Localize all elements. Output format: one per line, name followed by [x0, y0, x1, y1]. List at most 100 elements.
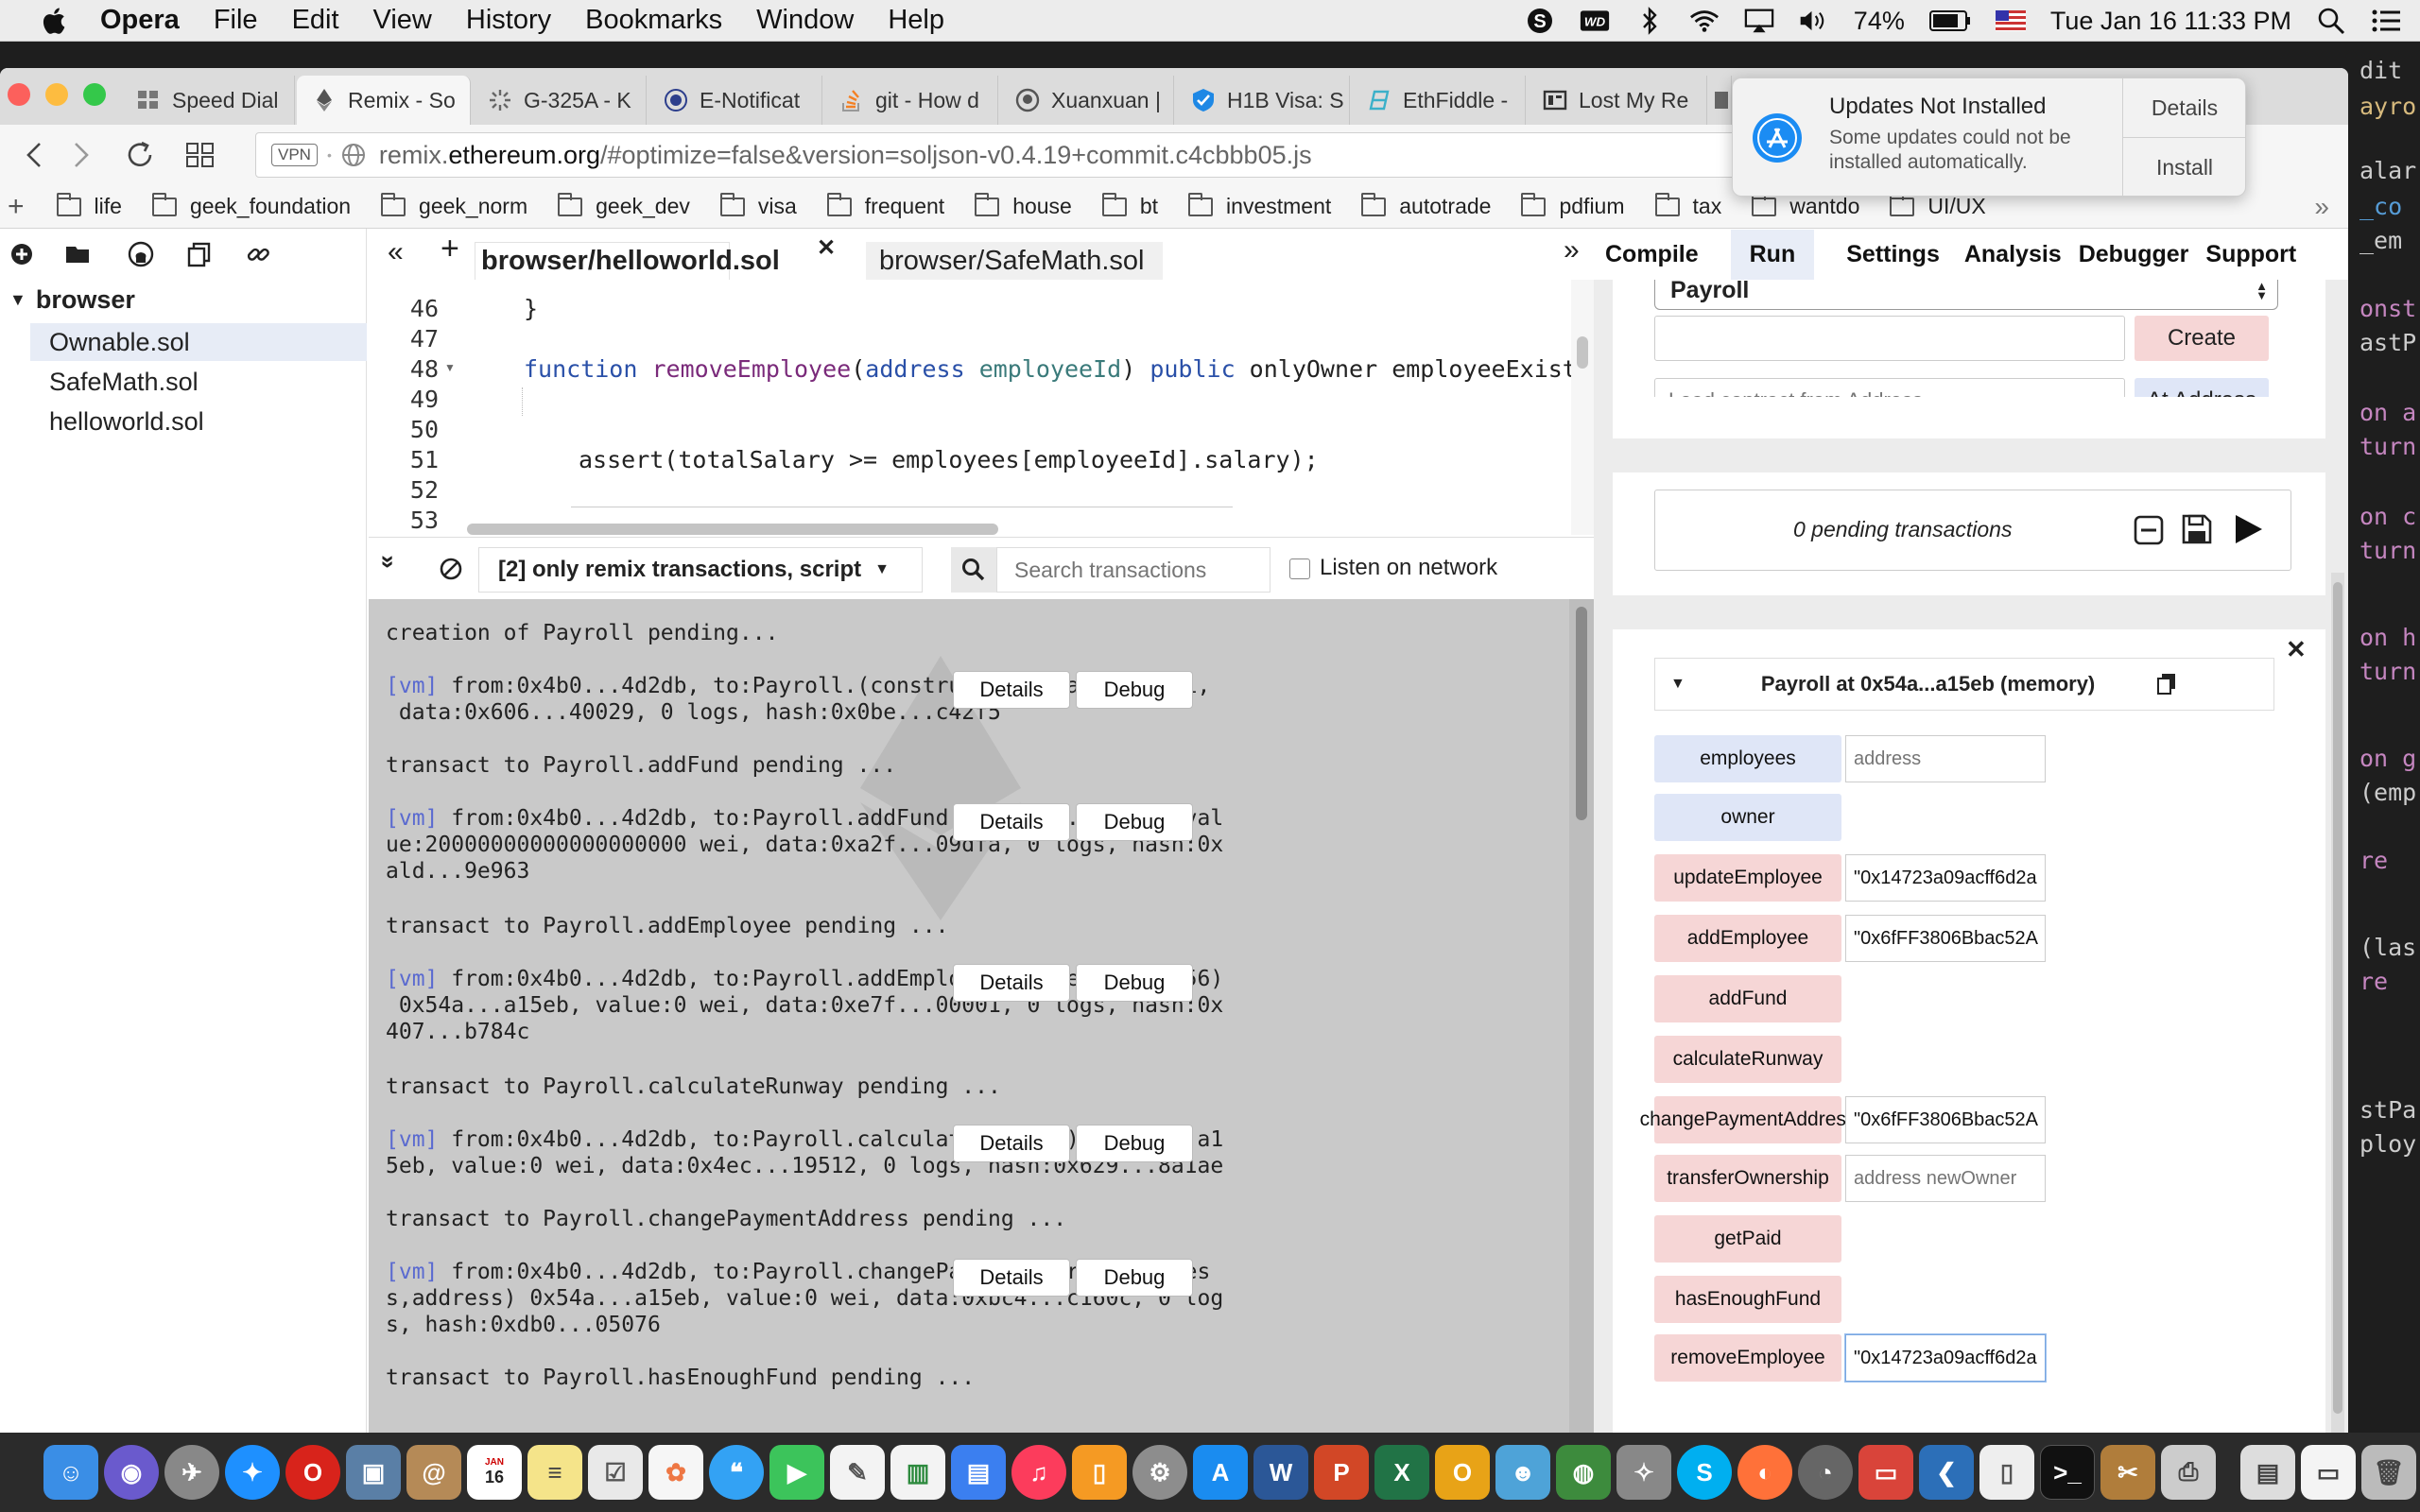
file-item-helloworld[interactable]: helloworld.sol	[49, 403, 204, 440]
close-window-button[interactable]	[8, 83, 30, 106]
contacts-icon[interactable]: @	[406, 1445, 461, 1500]
tab-settings[interactable]: Settings	[1846, 241, 1940, 268]
vpn-badge[interactable]: VPN	[271, 144, 318, 166]
bookmark-folder-wantdo[interactable]: wantdo	[1752, 192, 1859, 219]
numbers-icon[interactable]: ▥	[890, 1445, 945, 1500]
tab-overview-icon[interactable]	[185, 142, 216, 168]
tab-support[interactable]: Support	[2205, 241, 2296, 268]
wd-drive-icon[interactable]: WD	[1580, 7, 1610, 35]
bookmark-folder-visa[interactable]: visa	[719, 192, 797, 219]
open-folder-icon[interactable]	[64, 240, 93, 268]
editor-tab-safemath[interactable]: browser/SafeMath.sol	[866, 242, 1163, 280]
notification-install-button[interactable]: Install	[2122, 138, 2245, 196]
close-tab-icon[interactable]: ✕	[817, 234, 836, 262]
bookmark-folder-geek-dev[interactable]: geek_dev	[558, 192, 690, 219]
textedit-icon[interactable]: ✎	[830, 1445, 885, 1500]
copy-files-icon[interactable]	[185, 240, 214, 268]
play-icon[interactable]	[2232, 513, 2264, 545]
tab-git-how[interactable]: git - How d	[824, 76, 998, 125]
network-icon[interactable]: ◍	[1556, 1445, 1611, 1500]
notification-center-icon[interactable]	[2371, 7, 2401, 35]
menu-edit[interactable]: Edit	[292, 5, 339, 36]
bookmark-folder-autotrade[interactable]: autotrade	[1361, 192, 1491, 219]
excel-icon[interactable]: X	[1374, 1445, 1429, 1500]
opera-icon[interactable]: O	[285, 1445, 340, 1500]
function-button-transferownership[interactable]: transferOwnership	[1654, 1155, 1841, 1202]
terminal-icon[interactable]: >_	[2040, 1445, 2095, 1500]
finder-icon[interactable]: ☺	[43, 1445, 98, 1500]
function-button-owner[interactable]: owner	[1654, 794, 1841, 841]
minimize-terminal-icon[interactable]: »	[374, 555, 404, 568]
collapse-icon[interactable]	[2134, 515, 2164, 545]
contract-select[interactable]: Payroll ▲ ▼	[1654, 280, 2278, 310]
calendar-icon[interactable]: JAN 16	[467, 1445, 522, 1500]
menu-history[interactable]: History	[466, 5, 551, 36]
tab-analysis[interactable]: Analysis	[1964, 241, 2062, 268]
github-icon[interactable]	[127, 240, 155, 268]
addemployee-args-input[interactable]: "0x6fFF3806Bbac52A	[1845, 915, 2046, 962]
updateemployee-args-input[interactable]: "0x14723a09acff6d2a	[1845, 854, 2046, 902]
file-item-safemath[interactable]: SafeMath.sol	[49, 363, 199, 401]
bookmarks-overflow-icon[interactable]: »	[2314, 192, 2329, 222]
tab-run[interactable]: Run	[1730, 229, 1815, 280]
collapse-right-icon[interactable]: »	[1564, 234, 1580, 266]
function-button-hasenoughfund[interactable]: hasEnoughFund	[1654, 1276, 1841, 1323]
constructor-args-input[interactable]	[1654, 316, 2125, 361]
safari-icon[interactable]: ✦	[225, 1445, 280, 1500]
itunes-icon[interactable]: ♫	[1011, 1445, 1066, 1500]
tab-overflow[interactable]	[1709, 76, 1732, 125]
tab-debugger[interactable]: Debugger	[2079, 241, 2189, 268]
people-icon[interactable]: ☻	[1495, 1445, 1550, 1500]
menu-bookmarks[interactable]: Bookmarks	[585, 5, 722, 36]
us-flag-icon[interactable]	[1995, 7, 2026, 35]
copy-address-icon[interactable]	[2155, 672, 2178, 696]
keynote-icon[interactable]: ▤	[951, 1445, 1006, 1500]
bookmark-folder-pdfium[interactable]: pdfium	[1521, 192, 1625, 219]
details-button[interactable]: Details	[953, 803, 1070, 841]
file-item-ownable[interactable]: Ownable.sol	[30, 323, 367, 361]
apple-icon[interactable]	[38, 4, 72, 38]
debug-button[interactable]: Debug	[1076, 803, 1193, 841]
details-button[interactable]: Details	[953, 1125, 1070, 1162]
address-bar[interactable]: VPN • remix. ethereum.org/#optimize=false…	[255, 132, 1749, 178]
function-button-removeemployee[interactable]: removeEmployee	[1654, 1334, 1841, 1382]
menu-help[interactable]: Help	[888, 5, 944, 36]
browser-folder[interactable]: ▼ browser	[9, 285, 135, 315]
details-button[interactable]: Details	[953, 964, 1070, 1002]
save-icon[interactable]	[2181, 513, 2213, 545]
bluetooth-icon[interactable]	[1634, 7, 1665, 35]
launchpad-icon[interactable]: ✈	[164, 1445, 219, 1500]
menu-app-name[interactable]: Opera	[100, 5, 180, 36]
function-button-employees[interactable]: employees	[1654, 735, 1841, 782]
airplay-icon[interactable]	[1744, 7, 1774, 35]
function-button-changepaymentaddress[interactable]: changePaymentAddress	[1640, 1096, 1856, 1143]
skype-status-icon[interactable]: S	[1525, 7, 1555, 35]
details-button[interactable]: Details	[953, 1259, 1070, 1297]
editor-tab-helloworld[interactable]: browser/helloworld.sol	[475, 242, 780, 280]
photos-icon[interactable]: ✿	[648, 1445, 703, 1500]
bookmark-folder-geek-foundation[interactable]: geek_foundation	[151, 192, 351, 219]
debug-button[interactable]: Debug	[1076, 1125, 1193, 1162]
search-transactions-input[interactable]	[996, 547, 1270, 593]
downloads-stack-icon[interactable]: ▤	[2240, 1445, 2295, 1500]
employees-address-input[interactable]	[1845, 735, 2046, 782]
tab-lost-my-re[interactable]: Lost My Re	[1528, 76, 1707, 125]
notification-details-button[interactable]: Details	[2122, 78, 2245, 138]
ibooks-icon[interactable]: ▯	[1072, 1445, 1127, 1500]
code-editor[interactable]: 46 47 48 ▼ 49 50 51 52 53 } function rem…	[369, 280, 1594, 535]
printer-icon[interactable]: ⎙	[2161, 1445, 2216, 1500]
listen-network-checkbox[interactable]	[1289, 558, 1310, 579]
tab-g325a[interactable]: G-325A - K	[473, 76, 647, 125]
bookmark-folder-tax[interactable]: tax	[1654, 192, 1721, 219]
tab-h1b-visa[interactable]: H1B Visa: S	[1176, 76, 1350, 125]
create-file-icon[interactable]	[8, 240, 36, 268]
tab-speed-dial[interactable]: Speed Dial	[121, 76, 295, 125]
preview-icon[interactable]: ▣	[346, 1445, 401, 1500]
siri-icon[interactable]: ◉	[104, 1445, 159, 1500]
fold-caret-icon[interactable]: ▼	[444, 361, 456, 374]
tab-ethfiddle[interactable]: EthFiddle -	[1352, 76, 1526, 125]
notes-icon[interactable]: ≡	[527, 1445, 582, 1500]
function-button-getpaid[interactable]: getPaid	[1654, 1215, 1841, 1263]
editor-horizontal-scrollbar[interactable]	[467, 524, 998, 535]
menu-window[interactable]: Window	[756, 5, 854, 36]
